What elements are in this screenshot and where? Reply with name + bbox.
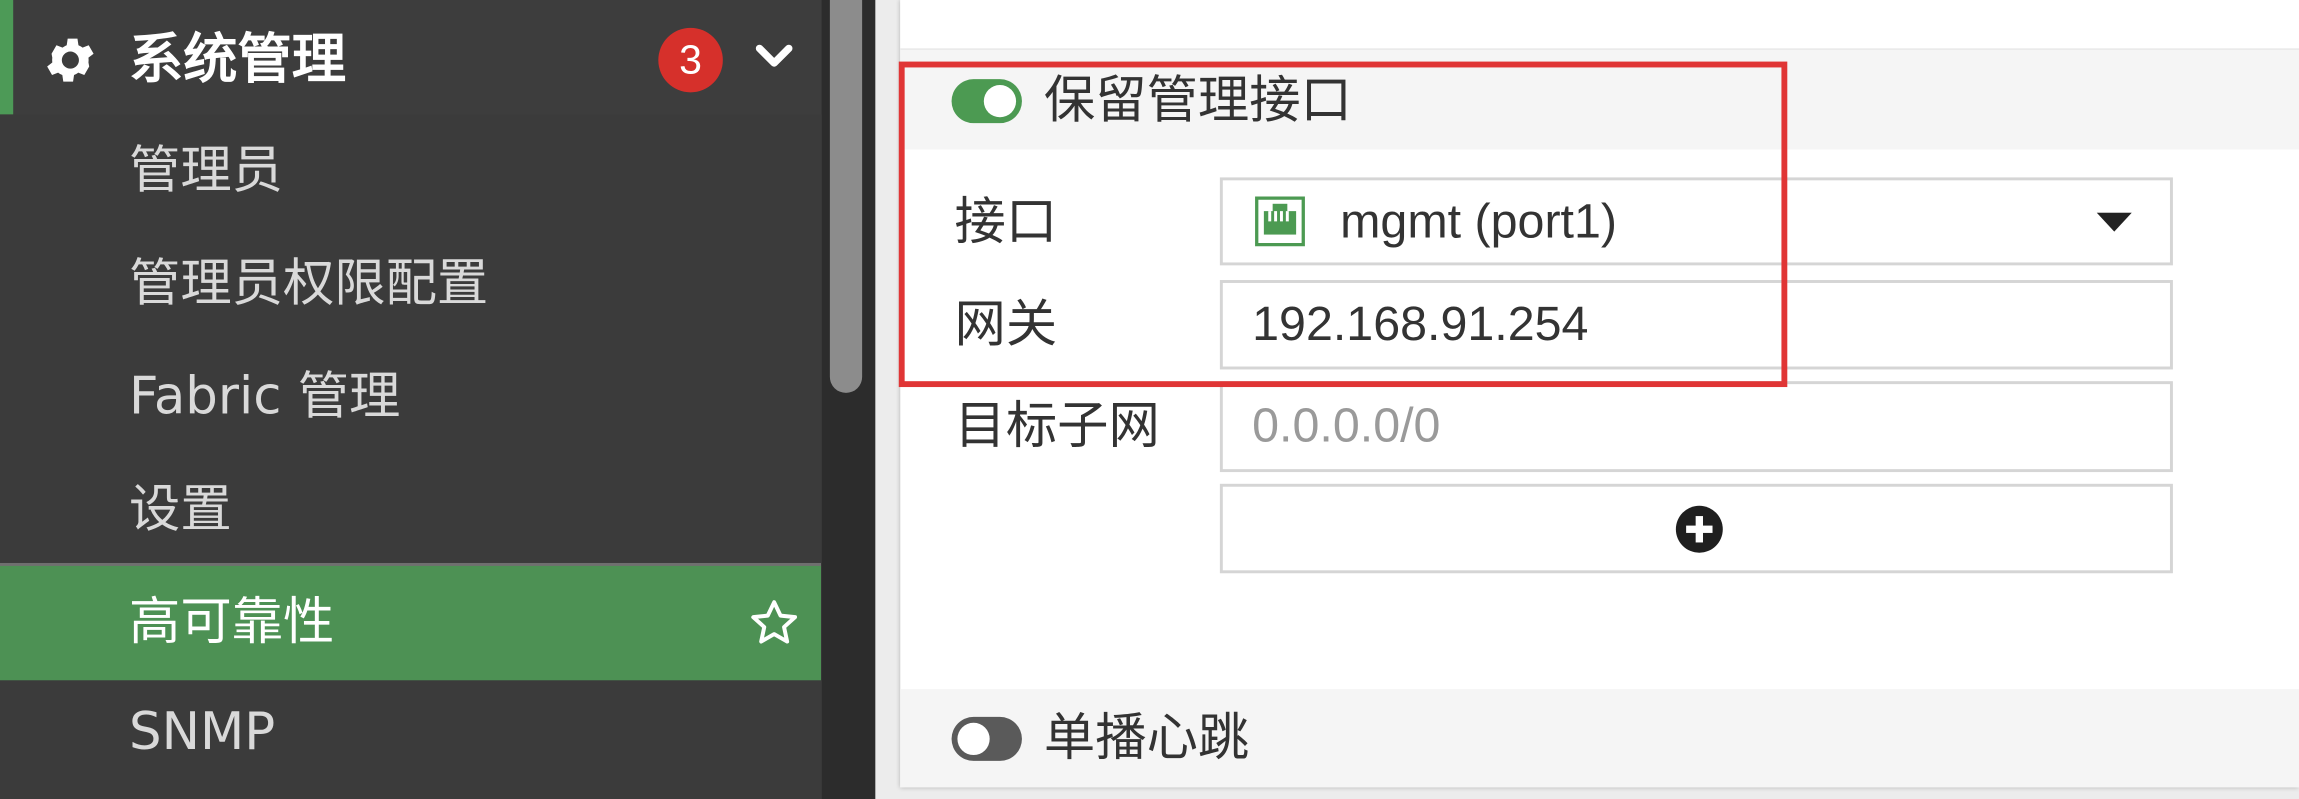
- sidebar-item-fabric-management[interactable]: Fabric 管理: [0, 340, 821, 454]
- add-subnet-button[interactable]: [1219, 483, 2173, 574]
- sidebar: 系统管理 3 管理员 管理员权限配置 Fabric 管理 设置 高可靠性 SNM…: [0, 0, 822, 799]
- unicast-heartbeat-row: 单播心跳: [900, 689, 2299, 788]
- sidebar-item-label: 管理员: [129, 142, 283, 201]
- gear-icon: [47, 38, 94, 82]
- sidebar-item-settings[interactable]: 设置: [0, 453, 821, 567]
- star-icon[interactable]: [748, 597, 801, 650]
- highlight-annotation-box: [898, 61, 1788, 388]
- toggle-knob: [957, 722, 990, 756]
- stage: 系统管理 3 管理员 管理员权限配置 Fabric 管理 设置 高可靠性 SNM…: [0, 0, 2299, 799]
- unicast-heartbeat-toggle[interactable]: [951, 716, 1022, 761]
- sidebar-item-label: 高可靠性: [129, 593, 335, 653]
- dest-subnet-input[interactable]: 0.0.0.0/0: [1219, 381, 2173, 473]
- notification-badge: 3: [658, 27, 723, 93]
- unicast-heartbeat-label: 单播心跳: [1043, 709, 1250, 769]
- sidebar-item-label: 管理员权限配置: [129, 255, 489, 314]
- nav-group-system-admin[interactable]: 系统管理 3: [0, 0, 822, 115]
- sidebar-item-snmp[interactable]: SNMP: [0, 676, 821, 790]
- dest-subnet-label: 目标子网: [954, 397, 1160, 456]
- chevron-down-icon[interactable]: [752, 41, 796, 73]
- sidebar-scrollbar-thumb[interactable]: [829, 0, 863, 393]
- caret-down-icon[interactable]: [2096, 212, 2132, 234]
- sidebar-item-label: SNMP: [129, 703, 276, 763]
- nav-group-title: 系统管理: [129, 27, 347, 91]
- dest-subnet-placeholder: 0.0.0.0/0: [1252, 397, 1441, 452]
- sidebar-item-label: 设置: [129, 480, 232, 540]
- plus-circle-icon: [1675, 505, 1723, 553]
- sidebar-item-high-availability[interactable]: 高可靠性: [0, 562, 822, 681]
- panel-top-row: [900, 0, 2299, 50]
- active-group-accent: [0, 0, 14, 115]
- sidebar-item-admin-profiles[interactable]: 管理员权限配置: [0, 227, 821, 341]
- sidebar-item-admins[interactable]: 管理员: [0, 114, 821, 228]
- sidebar-item-label: Fabric 管理: [129, 367, 401, 427]
